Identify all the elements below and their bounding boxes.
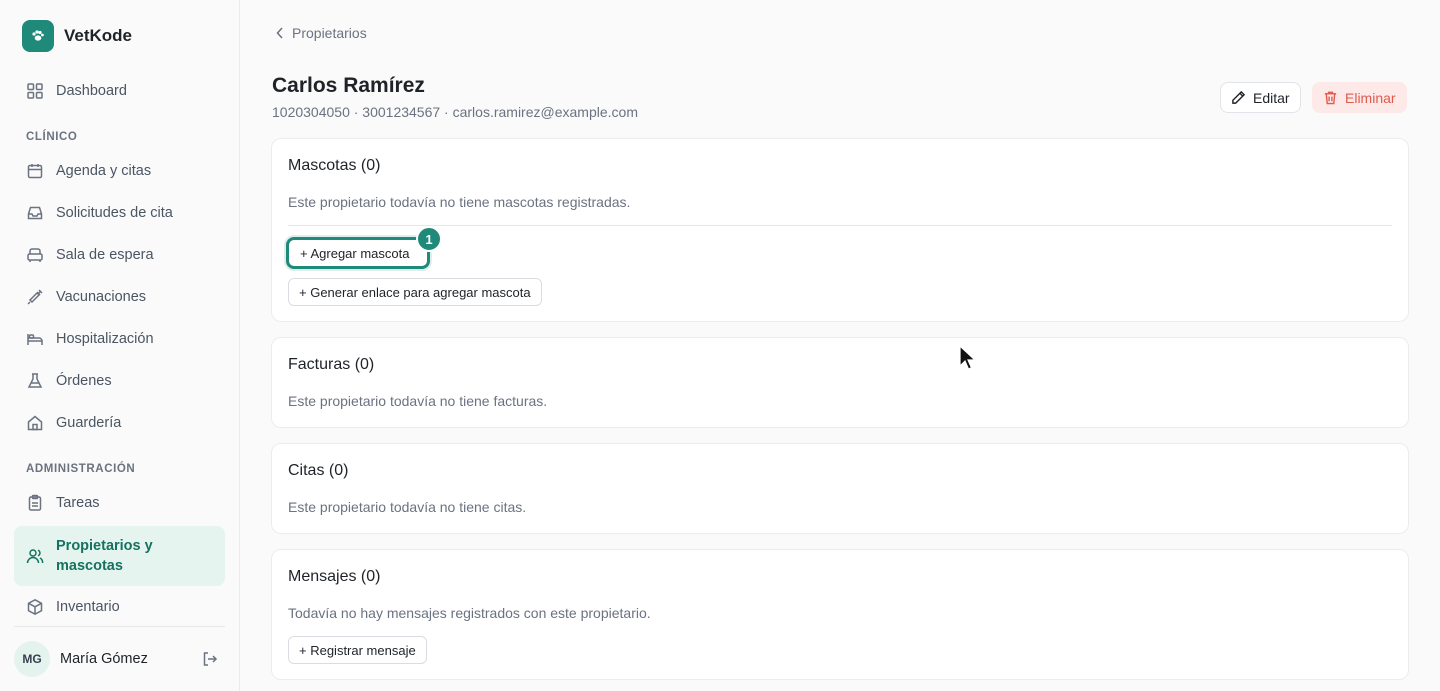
sidebar-item-label: Vacunaciones <box>56 289 147 305</box>
house-icon <box>27 415 43 431</box>
sidebar-item-solicitudes[interactable]: Solicitudes de cita <box>14 195 225 231</box>
pets-title: Mascotas (0) <box>288 157 381 174</box>
user-profile: MG María Gómez <box>14 626 225 691</box>
sidebar-item-hospitalizacion[interactable]: Hospitalización <box>14 321 225 357</box>
sidebar-item-label: Tareas <box>56 495 100 511</box>
pencil-icon <box>1232 90 1246 104</box>
register-message-button[interactable]: + Registrar mensaje <box>288 636 427 664</box>
sidebar-item-inventario[interactable]: Inventario <box>14 589 225 625</box>
page-title: Carlos Ramírez <box>272 74 425 97</box>
sidebar-item-sala-espera[interactable]: Sala de espera <box>14 237 225 273</box>
add-pet-button[interactable]: + Agregar mascota <box>286 237 430 269</box>
section-label-admin: ADMINISTRACIÓN <box>26 463 136 475</box>
syringe-icon <box>27 289 43 305</box>
sidebar-item-propietarios[interactable]: Propietarios y mascotas <box>14 526 225 586</box>
sidebar-item-label: Órdenes <box>56 373 112 389</box>
sidebar-item-vacunaciones[interactable]: Vacunaciones <box>14 279 225 315</box>
avatar[interactable]: MG <box>14 641 50 677</box>
bed-icon <box>27 334 43 345</box>
main-content: Propietarios Carlos Ramírez 1020304050 ·… <box>240 0 1440 691</box>
flask-icon <box>27 373 43 388</box>
section-label-clinic: CLÍNICO <box>26 131 78 143</box>
mouse-cursor-icon <box>959 345 977 370</box>
clipboard-icon <box>28 494 42 511</box>
step-badge: 1 <box>416 226 442 252</box>
delete-label: Eliminar <box>1345 89 1396 106</box>
appointments-empty-text: Este propietario todavía no tiene citas. <box>288 499 527 515</box>
sidebar-item-label: Guardería <box>56 415 122 431</box>
label-line-2: mascotas <box>56 558 123 574</box>
messages-empty-text: Todavía no hay mensajes registrados con … <box>288 605 651 621</box>
sidebar-item-label: Sala de espera <box>56 247 154 263</box>
messages-title: Mensajes (0) <box>288 568 381 585</box>
brand[interactable]: VetKode <box>22 20 132 52</box>
chevron-left-icon <box>276 27 283 39</box>
invoices-card: Facturas (0) Este propietario todavía no… <box>271 337 1409 428</box>
app-name: VetKode <box>64 26 133 45</box>
appointments-title: Citas (0) <box>288 462 349 479</box>
sidebar: VetKode Dashboard CLÍNICO Agenda y citas… <box>0 0 240 691</box>
sidebar-item-label: Dashboard <box>56 83 127 99</box>
logout-icon[interactable] <box>201 650 219 668</box>
sidebar-item-dashboard[interactable]: Dashboard <box>14 73 225 109</box>
invoices-title: Facturas (0) <box>288 356 375 373</box>
sidebar-item-label: Propietarios y mascotas <box>56 536 153 576</box>
sidebar-item-guarderia[interactable]: Guardería <box>14 405 225 441</box>
messages-card: Mensajes (0) Todavía no hay mensajes reg… <box>271 549 1409 680</box>
invoices-empty-text: Este propietario todavía no tiene factur… <box>288 393 548 409</box>
divider <box>288 225 1392 226</box>
sidebar-item-tareas[interactable]: Tareas <box>14 485 225 521</box>
sidebar-item-label: Hospitalización <box>56 331 154 347</box>
edit-button[interactable]: Editar <box>1220 82 1301 113</box>
user-name: María Gómez <box>60 651 148 667</box>
sofa-icon <box>27 248 43 262</box>
generate-link-button[interactable]: + Generar enlace para agregar mascota <box>288 278 542 306</box>
sidebar-item-label: Inventario <box>56 599 120 615</box>
delete-button[interactable]: Eliminar <box>1312 82 1407 113</box>
pets-card: Mascotas (0) Este propietario todavía no… <box>271 138 1409 322</box>
breadcrumb[interactable]: Propietarios <box>276 25 367 41</box>
box-icon <box>27 598 43 616</box>
sidebar-item-label: Solicitudes de cita <box>56 205 173 221</box>
breadcrumb-label: Propietarios <box>292 25 367 41</box>
sidebar-item-label: Agenda y citas <box>56 163 152 179</box>
owner-details: 1020304050 · 3001234567 · carlos.ramirez… <box>272 104 638 120</box>
appointments-card: Citas (0) Este propietario todavía no ti… <box>271 443 1409 534</box>
grid-icon <box>27 83 43 99</box>
trash-icon <box>1324 91 1337 105</box>
paw-icon <box>22 20 54 52</box>
sidebar-item-agenda[interactable]: Agenda y citas <box>14 153 225 189</box>
label-line-1: Propietarios y <box>56 538 153 554</box>
sidebar-item-ordenes[interactable]: Órdenes <box>14 363 225 399</box>
edit-label: Editar <box>1253 89 1290 106</box>
calendar-icon <box>27 164 43 179</box>
inbox-icon <box>27 206 43 220</box>
users-icon <box>26 549 44 564</box>
pets-empty-text: Este propietario todavía no tiene mascot… <box>288 194 631 210</box>
